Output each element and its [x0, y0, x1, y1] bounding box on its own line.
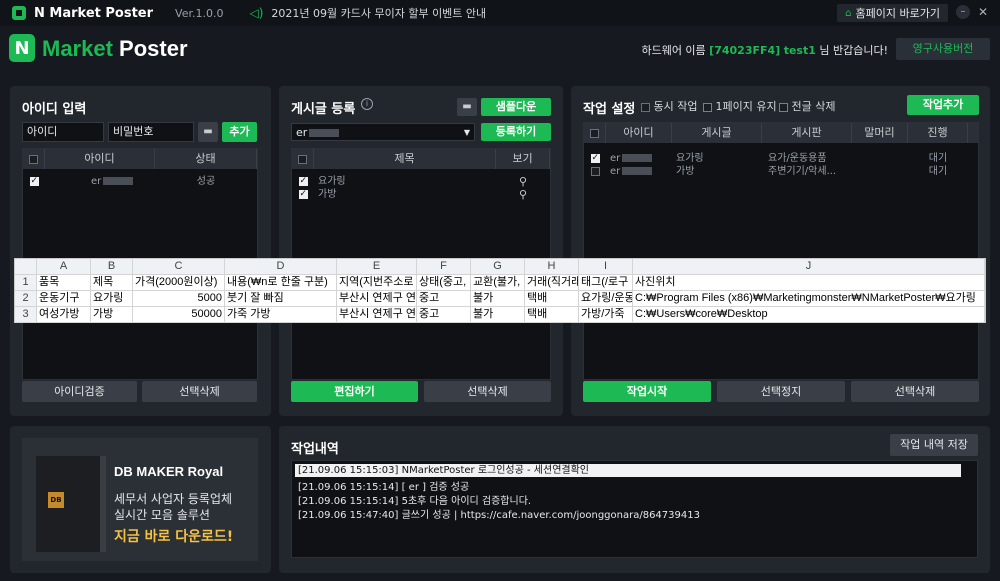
title-bar: N Market Poster Ver.1.0.0 ◁) 2021년 09월 카… — [0, 0, 1000, 26]
product-box-image: DB — [36, 456, 100, 552]
col-board: 게시판 — [762, 123, 852, 143]
info-icon[interactable]: i — [361, 98, 373, 110]
post-table-header: 제목 보기 — [292, 149, 550, 169]
homepage-button[interactable]: ⌂ 홈페이지 바로가기 — [837, 4, 948, 22]
job-panel: 작업 설정 동시 작업 1페이지 유지 전글 삭제 작업추가 아이디 게시글 게… — [571, 86, 990, 416]
verify-id-button[interactable]: 아이디검증 — [22, 381, 137, 402]
table-row[interactable]: 가방 ⚲ — [292, 188, 550, 201]
log-line[interactable]: [21.09.06 15:15:14] 5초후 다음 아이디 검증합니다. — [298, 492, 531, 507]
home-icon: ⌂ — [845, 7, 852, 19]
job-table: 아이디 게시글 게시판 말머리 진행 er 요가링 요가/운동용품 대기 er … — [583, 122, 979, 380]
log-line[interactable]: [21.09.06 15:47:40] 글쓰기 성공 | https://caf… — [298, 506, 700, 521]
hardware-id: [74023FF4] — [709, 44, 781, 57]
account-select[interactable]: er ▼ — [291, 123, 475, 141]
ad-banner[interactable]: DB DB MAKER Royal 세무서 사업자 등록업체 실시간 모음 솔루… — [22, 438, 258, 561]
close-button[interactable]: ✕ — [976, 5, 990, 19]
log-line[interactable]: [21.09.06 15:15:03] NMarketPoster 로그인성공 … — [295, 464, 961, 477]
app-logo-icon — [12, 6, 26, 20]
keep-first-page-checkbox — [703, 102, 712, 112]
add-id-button[interactable]: 추가 — [222, 122, 257, 142]
post-panel-title: 게시글 등록 — [291, 102, 356, 117]
select-all-checkbox[interactable] — [298, 154, 307, 164]
spreadsheet-row[interactable]: 3 여성가방 가방 50000 가죽 가방 부산시 연제구 연 중고 불가 택배… — [15, 307, 987, 323]
homepage-label: 홈페이지 바로가기 — [855, 7, 940, 20]
ad-product: DB MAKER Royal — [114, 464, 224, 479]
job-table-header: 아이디 게시글 게시판 말머리 진행 — [584, 123, 978, 143]
log-line[interactable]: [21.09.06 15:15:14] [ er ] 검증 성공 — [298, 478, 469, 493]
chevron-down-icon: ▼ — [463, 128, 470, 137]
spreadsheet-row[interactable]: 1 품목 제목 가격(2000원이상) 내용(₩n로 한줄 구분) 지역(지번주… — [15, 275, 987, 291]
option-delete-all[interactable]: 전글 삭제 — [779, 98, 835, 114]
stop-selected-button[interactable]: 선택정지 — [717, 381, 845, 402]
table-row[interactable]: er 성공 — [23, 175, 257, 188]
ad-cta: 지금 바로 다운로드! — [114, 529, 234, 545]
col-status: 상태 — [155, 149, 257, 169]
password-input[interactable]: 비밀번호 — [108, 122, 194, 142]
sample-download-button[interactable]: 샘플다운 — [481, 98, 551, 116]
option-simultaneous[interactable]: 동시 작업 — [641, 98, 697, 114]
id-panel: 아이디 입력 아이디 비밀번호 ▬ 추가 아이디 상태 er 성공 아이디검증 … — [10, 86, 271, 416]
table-row[interactable]: er 가방 주변기기/악세... 대기 — [584, 165, 978, 178]
col-post: 게시글 — [672, 123, 762, 143]
id-input[interactable]: 아이디 — [22, 122, 104, 142]
row-checkbox[interactable] — [29, 175, 39, 188]
app-version: Ver.1.0.0 — [175, 6, 224, 20]
speaker-icon: ◁) — [249, 6, 264, 20]
add-job-button[interactable]: 작업추가 — [907, 95, 979, 115]
table-row[interactable]: er 요가링 요가/운동용품 대기 — [584, 152, 978, 165]
ad-line2: 실시간 모음 솔루션 — [114, 508, 210, 522]
brand-name: Market Poster — [42, 36, 188, 61]
col-view: 보기 — [496, 149, 550, 169]
col-id: 아이디 — [606, 123, 672, 143]
hardware-greeting: 하드웨어 이름 [74023FF4] test1 님 반갑습니다! — [641, 44, 888, 57]
search-icon[interactable]: ⚲ — [519, 175, 527, 188]
delete-all-checkbox — [779, 102, 788, 112]
edit-button[interactable]: 편집하기 — [291, 381, 418, 402]
col-title: 제목 — [314, 149, 496, 169]
brand-logo-icon: N — [9, 34, 35, 62]
user-id: test1 — [783, 44, 816, 57]
spreadsheet-row[interactable]: 2 운동기구 요가링 5000 붓기 잘 빠짐 부산시 연제구 연 중고 불가 … — [15, 291, 987, 307]
start-job-button[interactable]: 작업시작 — [583, 381, 711, 402]
folder-icon[interactable]: ▬ — [198, 122, 218, 142]
job-panel-title: 작업 설정 — [583, 102, 636, 117]
license-button[interactable]: 영구사용버전 — [896, 38, 990, 60]
folder-icon[interactable]: ▬ — [457, 98, 477, 116]
col-prefix: 말머리 — [852, 123, 908, 143]
col-id: 아이디 — [45, 149, 155, 169]
search-icon[interactable]: ⚲ — [519, 188, 527, 201]
row-checkbox[interactable] — [298, 188, 308, 201]
app-name: N Market Poster — [34, 5, 154, 21]
option-keep-first-page[interactable]: 1페이지 유지 — [703, 98, 777, 114]
db-badge: DB — [48, 492, 64, 508]
row-checkbox[interactable] — [590, 166, 600, 176]
id-panel-title: 아이디 입력 — [22, 102, 87, 117]
col-progress: 진행 — [908, 123, 968, 143]
delete-selected-post-button[interactable]: 선택삭제 — [424, 381, 551, 402]
ad-line1: 세무서 사업자 등록업체 — [114, 492, 233, 506]
table-row[interactable]: 요가링 ⚲ — [292, 175, 550, 188]
notice-text[interactable]: 2021년 09월 카드사 무이자 할부 이벤트 안내 — [271, 5, 486, 21]
row-checkbox[interactable] — [298, 175, 308, 188]
spreadsheet-overlay: A B C D E F G H I J 1 품목 제목 가격(2000원이상) … — [14, 258, 986, 323]
delete-selected-job-button[interactable]: 선택삭제 — [851, 381, 979, 402]
spreadsheet-col-header: A B C D E F G H I J — [15, 259, 987, 275]
register-button[interactable]: 등록하기 — [481, 123, 551, 141]
save-log-button[interactable]: 작업 내역 저장 — [890, 434, 978, 456]
id-table-header: 아이디 상태 — [23, 149, 257, 169]
delete-selected-id-button[interactable]: 선택삭제 — [142, 381, 257, 402]
log-list[interactable]: [21.09.06 15:15:03] NMarketPoster 로그인성공 … — [291, 460, 978, 558]
post-panel: 게시글 등록 i ▬ 샘플다운 er▼ 등록하기 제목 보기 요가링 ⚲ 가방 … — [279, 86, 563, 416]
select-all-checkbox[interactable] — [29, 154, 38, 164]
app-header: N Market Poster 하드웨어 이름 [74023FF4] test1… — [0, 26, 1000, 76]
minimize-button[interactable]: – — [956, 5, 970, 19]
simultaneous-checkbox — [641, 102, 650, 112]
log-panel-title: 작업내역 — [291, 442, 339, 457]
select-all-checkbox[interactable] — [590, 128, 599, 138]
row-checkbox[interactable] — [590, 152, 600, 165]
